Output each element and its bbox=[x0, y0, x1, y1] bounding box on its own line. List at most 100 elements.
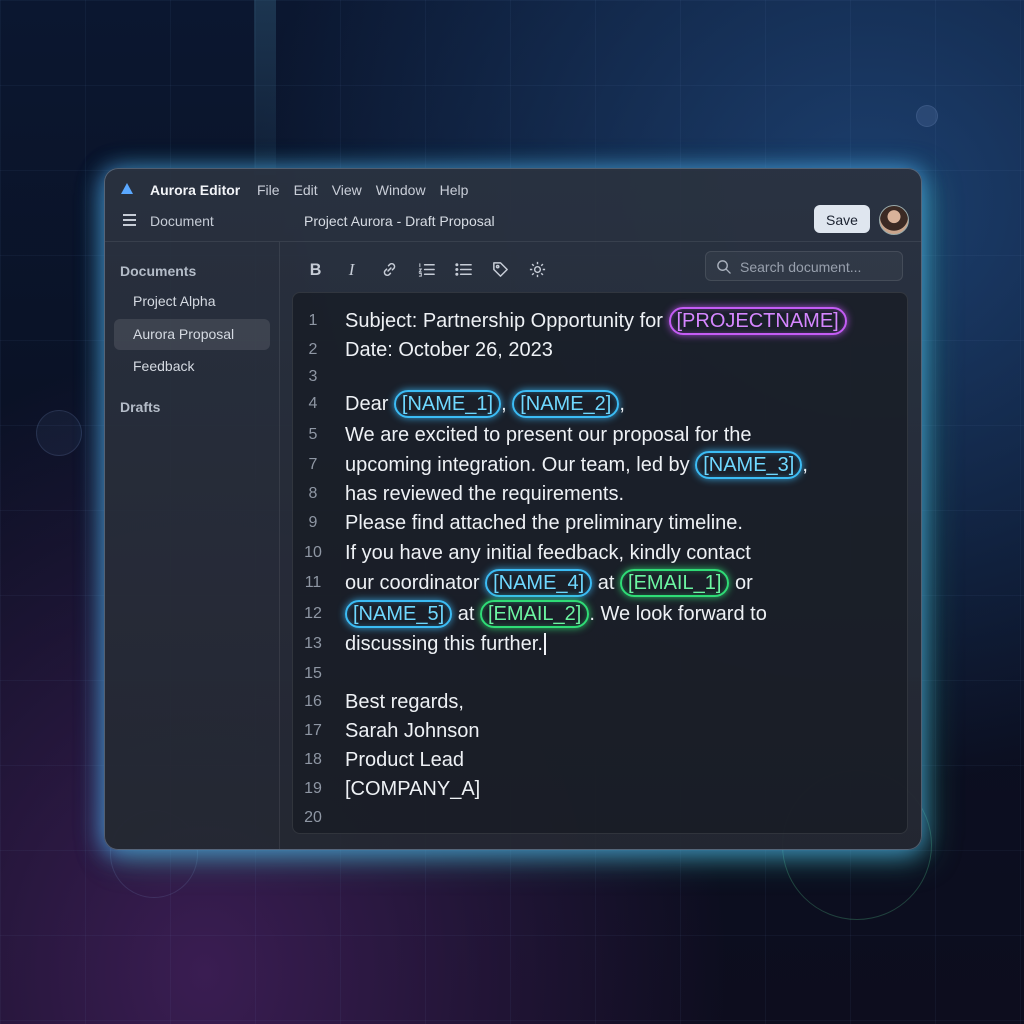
drafts-heading[interactable]: Drafts bbox=[120, 399, 160, 415]
bold-icon[interactable]: B bbox=[303, 257, 327, 281]
line-text: [COMPANY_A] bbox=[345, 778, 480, 801]
editor-line: 7 upcoming integration. Our team, led by … bbox=[293, 451, 808, 479]
editor-line: 15 bbox=[293, 660, 333, 688]
editor-line: 20 bbox=[293, 804, 333, 832]
line-number: 12 bbox=[304, 605, 322, 622]
line-number: 11 bbox=[304, 574, 322, 591]
line-text: If you have any initial feedback, kindly… bbox=[345, 542, 751, 565]
italic-icon[interactable]: I bbox=[340, 257, 364, 281]
placeholder-tag[interactable]: [NAME_1] bbox=[393, 390, 502, 418]
sidebar: Documents Project Alpha Aurora Proposal … bbox=[105, 242, 280, 849]
line-text: We are excited to present our proposal f… bbox=[345, 424, 752, 447]
editor-line: 12 [NAME_5] at [EMAIL_2]. We look forward… bbox=[293, 600, 767, 628]
text-run: . We look forward to bbox=[589, 603, 767, 625]
placeholder-tag[interactable]: [NAME_2] bbox=[512, 390, 620, 418]
placeholder-tag[interactable]: [NAME_5] bbox=[345, 600, 453, 628]
editor-line: 13 discussing this further. bbox=[293, 630, 546, 658]
editor-line: 19 [COMPANY_A] bbox=[293, 775, 480, 803]
format-toolbar: B I bbox=[303, 257, 549, 281]
line-number: 8 bbox=[308, 485, 318, 502]
menu-view[interactable]: View bbox=[332, 182, 362, 198]
text-cursor bbox=[543, 633, 546, 656]
editor-line: 18 Product Lead bbox=[293, 746, 464, 774]
line-number: 10 bbox=[304, 544, 322, 561]
text-run: Best regards, bbox=[345, 690, 464, 713]
editor-line: 3 bbox=[293, 363, 333, 391]
placeholder-tag[interactable]: [EMAIL_1] bbox=[620, 569, 730, 597]
editor-line: 1 Subject: Partnership Opportunity for [P… bbox=[293, 307, 847, 335]
text-run: , bbox=[501, 393, 513, 415]
svg-text:I: I bbox=[347, 260, 355, 279]
text-run: at bbox=[592, 572, 621, 594]
numbered-list-icon[interactable] bbox=[414, 257, 438, 281]
line-number: 16 bbox=[304, 693, 322, 710]
line-number: 17 bbox=[304, 722, 322, 739]
line-text: Subject: Partnership Opportunity for [PR… bbox=[345, 307, 847, 335]
documents-heading: Documents bbox=[120, 263, 197, 279]
text-run: discussing this further. bbox=[345, 632, 543, 655]
line-number: 1 bbox=[308, 312, 318, 329]
line-text: [NAME_5] at [EMAIL_2]. We look forward t… bbox=[345, 600, 767, 628]
sidebar-item-feedback[interactable]: Feedback bbox=[114, 351, 270, 382]
sidebar-item-aurora-proposal[interactable]: Aurora Proposal bbox=[114, 319, 270, 350]
text-run: at bbox=[452, 603, 480, 625]
search-input[interactable] bbox=[738, 256, 898, 278]
line-number: 13 bbox=[304, 635, 322, 652]
settings-gear-icon[interactable] bbox=[525, 257, 549, 281]
menu-edit[interactable]: Edit bbox=[294, 182, 318, 198]
editor-line: 8 has reviewed the requirements. bbox=[293, 480, 625, 508]
menu-file[interactable]: File bbox=[257, 182, 280, 198]
line-text: Product Lead bbox=[345, 749, 464, 772]
user-avatar[interactable] bbox=[879, 205, 909, 235]
editor-line: 16 Best regards, bbox=[293, 688, 464, 716]
placeholder-tag[interactable]: [NAME_3] bbox=[695, 451, 803, 479]
text-run: upcoming integration. Our team, led by bbox=[345, 454, 696, 476]
text-run: We are excited to present our proposal f… bbox=[345, 423, 752, 446]
placeholder-tag[interactable]: [NAME_4] bbox=[485, 569, 593, 597]
line-text: Best regards, bbox=[345, 691, 464, 714]
placeholder-tag[interactable]: [EMAIL_2] bbox=[479, 600, 590, 628]
hamburger-menu-icon[interactable] bbox=[123, 214, 136, 229]
svg-text:B: B bbox=[309, 261, 321, 279]
menu-items: File Edit View Window Help bbox=[257, 182, 468, 198]
section-label: Document bbox=[150, 213, 214, 229]
line-text: Please find attached the preliminary tim… bbox=[345, 512, 743, 535]
line-number: 18 bbox=[304, 751, 322, 768]
text-run: has reviewed the requirements. bbox=[345, 482, 625, 505]
background-orb bbox=[36, 410, 82, 456]
line-text: our coordinator [NAME_4] at [EMAIL_1] or bbox=[345, 569, 753, 597]
text-run: Subject: Partnership Opportunity for bbox=[345, 310, 669, 332]
line-text: Date: October 26, 2023 bbox=[345, 339, 553, 362]
text-run: Sarah Johnson bbox=[345, 719, 480, 742]
text-run: or bbox=[729, 572, 753, 594]
line-number: 20 bbox=[304, 809, 322, 826]
editor-line: 5 We are excited to present our proposal … bbox=[293, 421, 752, 449]
background-pillar bbox=[254, 0, 276, 175]
placeholder-tag[interactable]: [PROJECTNAME] bbox=[668, 307, 847, 335]
text-run: [COMPANY_A] bbox=[345, 777, 481, 800]
line-number: 19 bbox=[304, 780, 322, 797]
bulleted-list-icon[interactable] bbox=[451, 257, 475, 281]
document-editor[interactable]: 1 Subject: Partnership Opportunity for [P… bbox=[292, 292, 908, 834]
editor-window: Aurora Editor File Edit View Window Help… bbox=[104, 168, 922, 850]
menu-help[interactable]: Help bbox=[440, 182, 469, 198]
tag-icon[interactable] bbox=[488, 257, 512, 281]
line-number: 9 bbox=[308, 514, 318, 531]
line-text: has reviewed the requirements. bbox=[345, 483, 624, 506]
text-run: Dear bbox=[345, 393, 394, 415]
line-text: Dear [NAME_1], [NAME_2], bbox=[345, 390, 625, 418]
link-icon[interactable] bbox=[377, 257, 401, 281]
editor-line: 11 our coordinator [NAME_4] at [EMAIL_1] … bbox=[293, 569, 753, 597]
aurora-logo-icon bbox=[121, 183, 133, 194]
sidebar-item-project-alpha[interactable]: Project Alpha bbox=[114, 286, 270, 317]
text-run: If you have any initial feedback, kindly… bbox=[345, 541, 751, 564]
editor-line: 10 If you have any initial feedback, kind… bbox=[293, 539, 751, 567]
search-icon bbox=[717, 260, 731, 274]
menu-window[interactable]: Window bbox=[376, 182, 426, 198]
app-name: Aurora Editor bbox=[150, 182, 241, 198]
save-button[interactable]: Save bbox=[814, 205, 870, 233]
line-number: 5 bbox=[308, 426, 318, 443]
document-title: Project Aurora - Draft Proposal bbox=[304, 213, 495, 229]
text-run: , bbox=[802, 454, 808, 476]
line-number: 3 bbox=[308, 368, 318, 385]
